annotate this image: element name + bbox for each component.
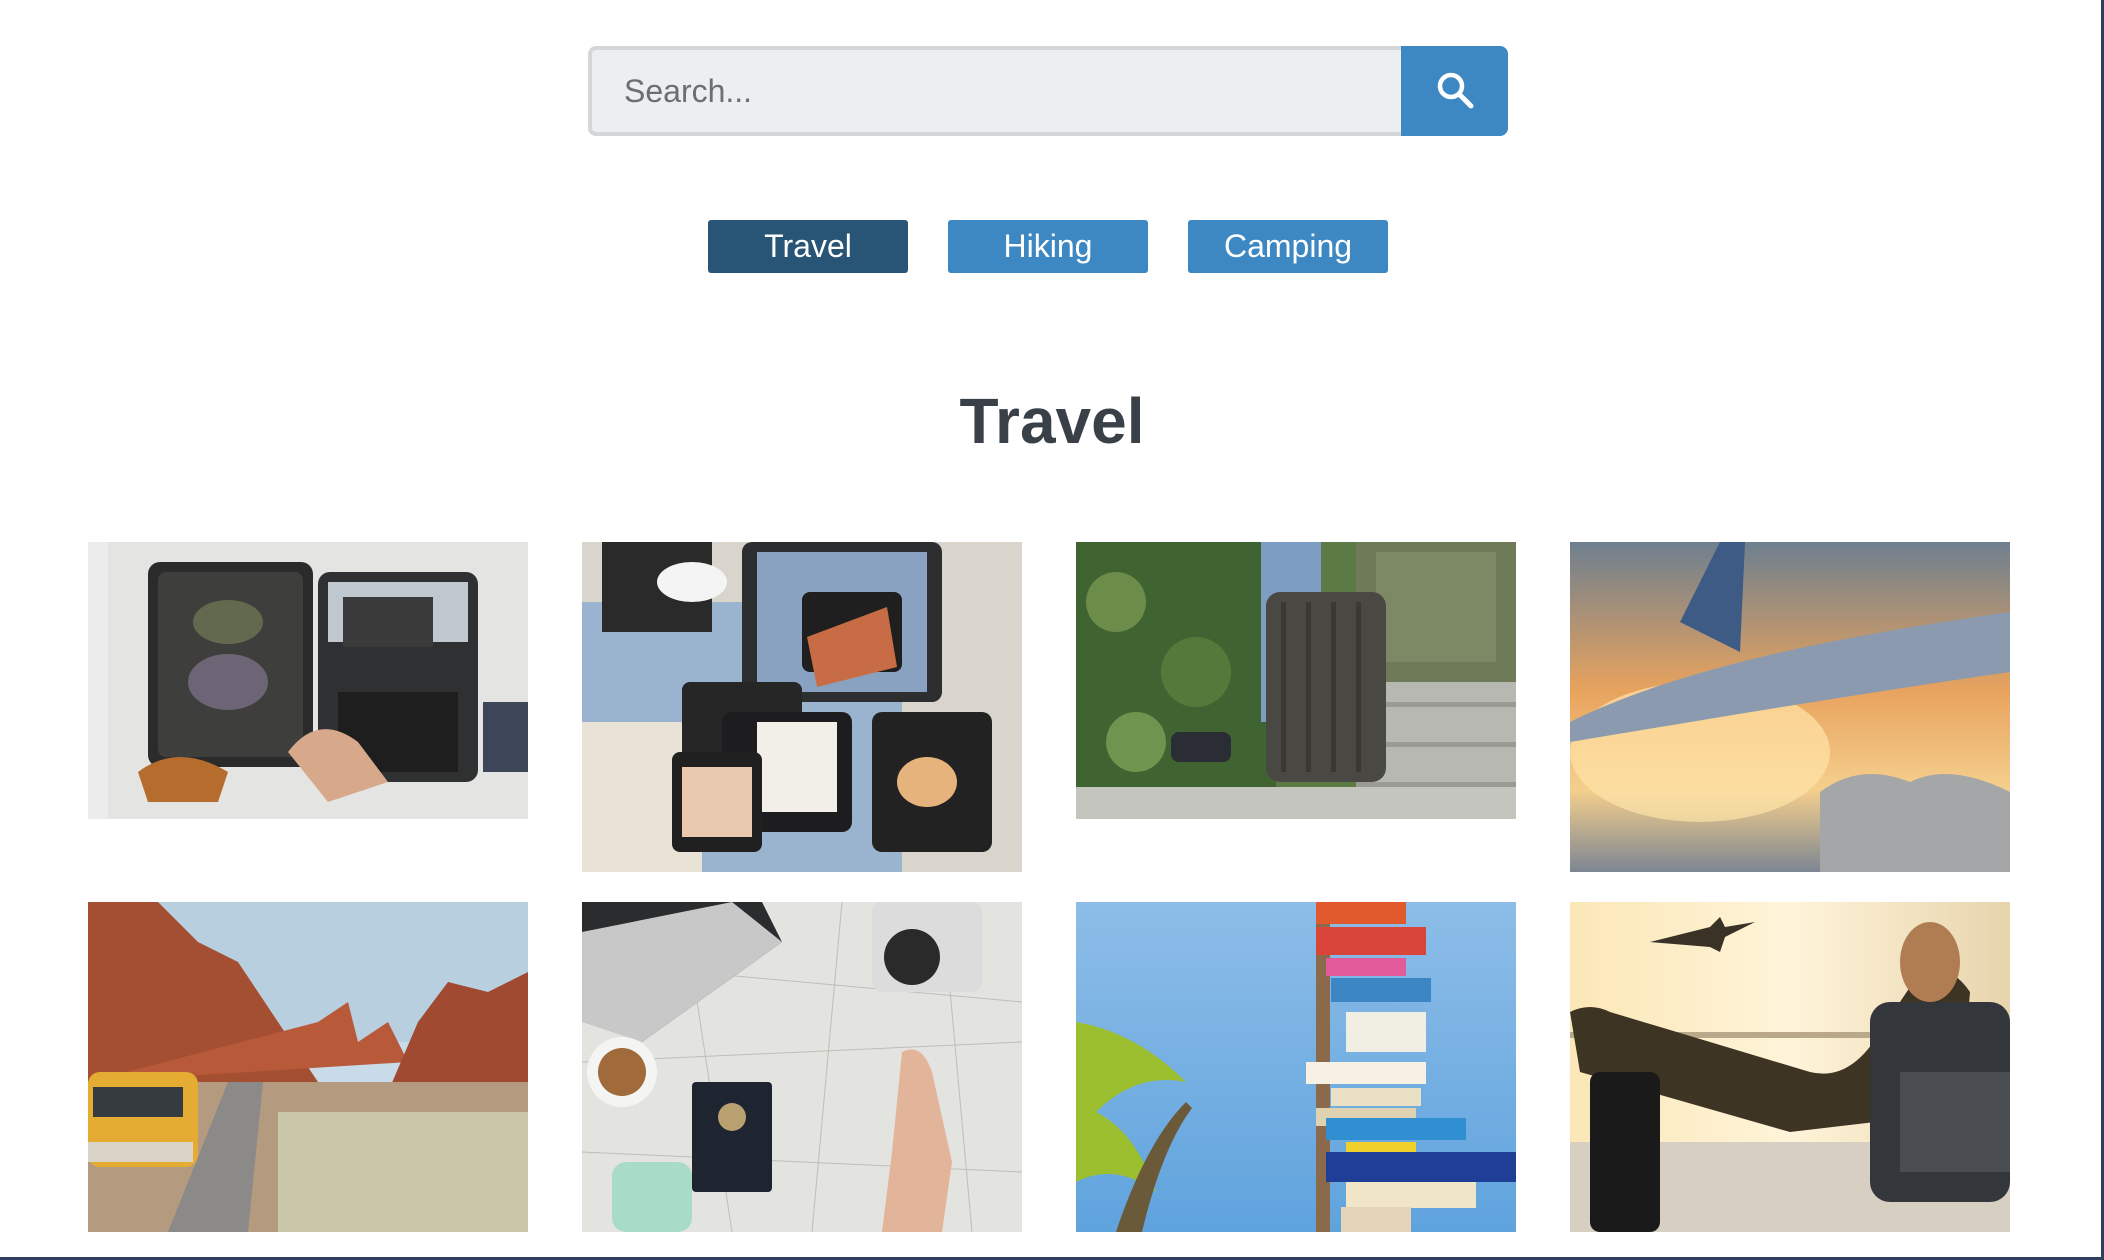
category-tabs: Travel Hiking Camping — [708, 220, 1388, 273]
section-title: Travel — [959, 385, 1145, 457]
tab-camping[interactable]: Camping — [1188, 220, 1388, 273]
search-input[interactable] — [588, 46, 1401, 136]
photo-suitcase-on-steps[interactable] — [1076, 542, 1516, 819]
photo-airplane-wing-sunset[interactable] — [1570, 542, 2010, 872]
search-icon — [1435, 70, 1475, 113]
photo-yellow-van-desert-road[interactable] — [88, 902, 528, 1232]
photo-map-laptop-passport[interactable] — [582, 902, 1022, 1232]
photo-open-suitcase-packing[interactable] — [88, 542, 528, 819]
photo-traveler-airport-lounge[interactable] — [1570, 902, 2010, 1232]
photo-destination-signpost[interactable] — [1076, 902, 1516, 1232]
photo-packing-cubes-on-rug[interactable] — [582, 542, 1022, 872]
search-bar — [588, 46, 1508, 136]
search-button[interactable] — [1401, 46, 1508, 136]
tab-hiking[interactable]: Hiking — [948, 220, 1148, 273]
page: Travel Hiking Camping Travel — [0, 0, 2104, 1260]
tab-travel[interactable]: Travel — [708, 220, 908, 273]
